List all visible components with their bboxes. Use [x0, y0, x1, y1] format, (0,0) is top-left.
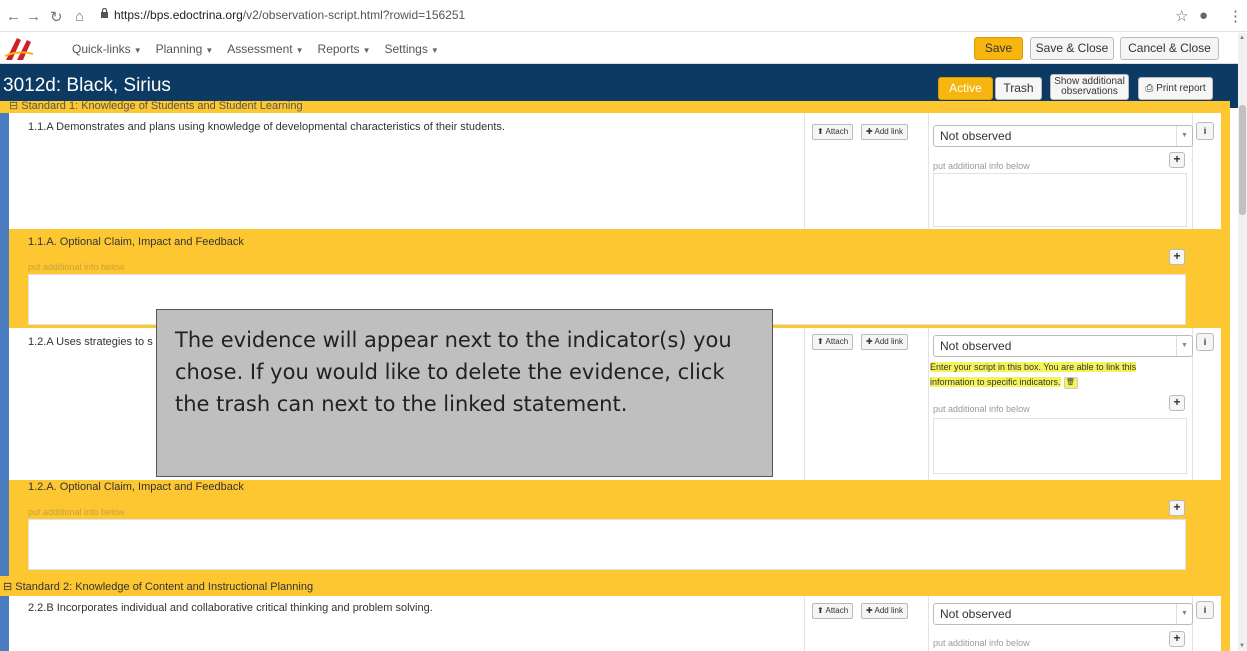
app-menu-bar: Quick-links ▼ Planning ▼ Assessment ▼ Repor…	[0, 33, 1238, 64]
scrollbar-thumb[interactable]	[1239, 105, 1246, 215]
info-button[interactable]: i	[1196, 333, 1214, 351]
edoctrina-logo	[4, 38, 34, 60]
save-button[interactable]: Save	[974, 37, 1023, 60]
add-info-button[interactable]: +	[1169, 249, 1185, 265]
add-link-button[interactable]: ✚ Add link	[861, 124, 908, 140]
page-title: 3012d: Black, Sirius	[3, 75, 171, 96]
tutorial-callout: The evidence will appear next to the ind…	[156, 309, 773, 477]
caret-down-icon: ▼	[295, 46, 304, 55]
attach-button[interactable]: ⬆ Attach	[812, 603, 854, 619]
menu-assessment[interactable]: Assessment ▼	[227, 42, 303, 56]
column-divider	[928, 596, 929, 651]
add-info-button[interactable]: +	[1169, 631, 1185, 647]
page-scrollbar[interactable]: ▲ ▼	[1238, 33, 1247, 651]
home-icon[interactable]: ⌂	[75, 8, 84, 25]
indicator-row: 1.1.A Demonstrates and plans using knowl…	[9, 113, 1221, 229]
menu-planning[interactable]: Planning ▼	[156, 42, 214, 56]
caret-down-icon: ▼	[430, 46, 439, 55]
additional-info-hint: put additional info below	[933, 161, 1030, 171]
observation-status-select[interactable]: Not observed ▼	[933, 603, 1193, 625]
linked-evidence-statement: Enter your script in this box. You are a…	[930, 362, 1137, 389]
info-button[interactable]: i	[1196, 122, 1214, 140]
indicator-row: 2.2.B Incorporates individual and collab…	[9, 596, 1221, 651]
column-divider	[804, 328, 805, 480]
browser-menu-icon[interactable]: ⋮	[1228, 7, 1243, 25]
print-report-button[interactable]: ⎙ Print report	[1138, 77, 1213, 100]
claim-section: 1.2.A. Optional Claim, Impact and Feedba…	[9, 480, 1221, 576]
attach-button[interactable]: ⬆ Attach	[812, 124, 854, 140]
indicator-label: 2.2.B Incorporates individual and collab…	[28, 602, 433, 614]
standard-header[interactable]: ⊟ Standard 2: Knowledge of Content and I…	[0, 576, 1230, 596]
info-button[interactable]: i	[1196, 601, 1214, 619]
caret-down-icon: ▼	[205, 46, 214, 55]
menu-quick-links[interactable]: Quick-links ▼	[72, 42, 142, 56]
menu-reports[interactable]: Reports ▼	[318, 42, 371, 56]
additional-info-textarea[interactable]	[933, 173, 1187, 227]
column-divider	[804, 596, 805, 651]
address-bar[interactable]: https://bps.edoctrina.org/v2/observation…	[114, 8, 465, 22]
indicator-label: 1.1.A Demonstrates and plans using knowl…	[28, 121, 505, 133]
main-menu: Quick-links ▼ Planning ▼ Assessment ▼ Repor…	[72, 42, 439, 56]
column-divider	[804, 113, 805, 229]
standard-header[interactable]: ⊟ Standard 1: Knowledge of Students and …	[0, 100, 1230, 113]
observation-status-select[interactable]: Not observed ▼	[933, 335, 1193, 357]
right-accent-bar	[1221, 107, 1230, 651]
trash-icon[interactable]: 🗑	[1063, 376, 1078, 389]
lock-icon	[101, 8, 108, 18]
chevron-down-icon: ▼	[1176, 604, 1192, 624]
cancel-close-button[interactable]: Cancel & Close	[1120, 37, 1219, 60]
column-divider	[928, 113, 929, 229]
caret-down-icon: ▼	[362, 46, 371, 55]
add-info-button[interactable]: +	[1169, 395, 1185, 411]
reload-icon[interactable]: ↻	[50, 8, 63, 26]
left-accent-bar	[0, 107, 9, 651]
additional-info-hint: put additional info below	[933, 638, 1030, 648]
add-link-button[interactable]: ✚ Add link	[861, 603, 908, 619]
column-divider	[928, 328, 929, 480]
save-close-button[interactable]: Save & Close	[1030, 37, 1114, 60]
add-info-button[interactable]: +	[1169, 500, 1185, 516]
claim-label: 1.2.A. Optional Claim, Impact and Feedba…	[28, 481, 244, 493]
show-additional-observations-button[interactable]: Show additional observations	[1050, 74, 1129, 100]
printer-icon: ⎙	[1145, 83, 1157, 94]
chevron-down-icon: ▼	[1176, 336, 1192, 356]
indicator-label: 1.2.A Uses strategies to s	[28, 336, 153, 348]
chevron-down-icon: ▼	[1176, 126, 1192, 146]
claim-label: 1.1.A. Optional Claim, Impact and Feedba…	[28, 236, 244, 248]
forward-icon[interactable]: →	[26, 8, 41, 25]
claim-textarea[interactable]	[28, 519, 1186, 570]
add-link-button[interactable]: ✚ Add link	[861, 334, 908, 350]
additional-info-textarea[interactable]	[933, 418, 1187, 474]
additional-info-hint: put additional info below	[28, 262, 125, 272]
browser-toolbar: ← → ↻ ⌂ https://bps.edoctrina.org/v2/obs…	[0, 0, 1247, 32]
scroll-down-icon[interactable]: ▼	[1239, 643, 1245, 649]
add-info-button[interactable]: +	[1169, 152, 1185, 168]
back-icon[interactable]: ←	[6, 8, 21, 25]
bookmark-star-icon[interactable]: ☆	[1175, 7, 1188, 25]
observation-status-select[interactable]: Not observed ▼	[933, 125, 1193, 147]
additional-info-hint: put additional info below	[933, 404, 1030, 414]
profile-avatar[interactable]: ●	[1199, 7, 1208, 24]
trash-tab-button[interactable]: Trash	[995, 77, 1042, 100]
attach-button[interactable]: ⬆ Attach	[812, 334, 854, 350]
scroll-up-icon[interactable]: ▲	[1239, 35, 1245, 41]
additional-info-hint: put additional info below	[28, 507, 125, 517]
caret-down-icon: ▼	[133, 46, 142, 55]
menu-settings[interactable]: Settings ▼	[384, 42, 438, 56]
active-tab-button[interactable]: Active	[938, 77, 993, 100]
